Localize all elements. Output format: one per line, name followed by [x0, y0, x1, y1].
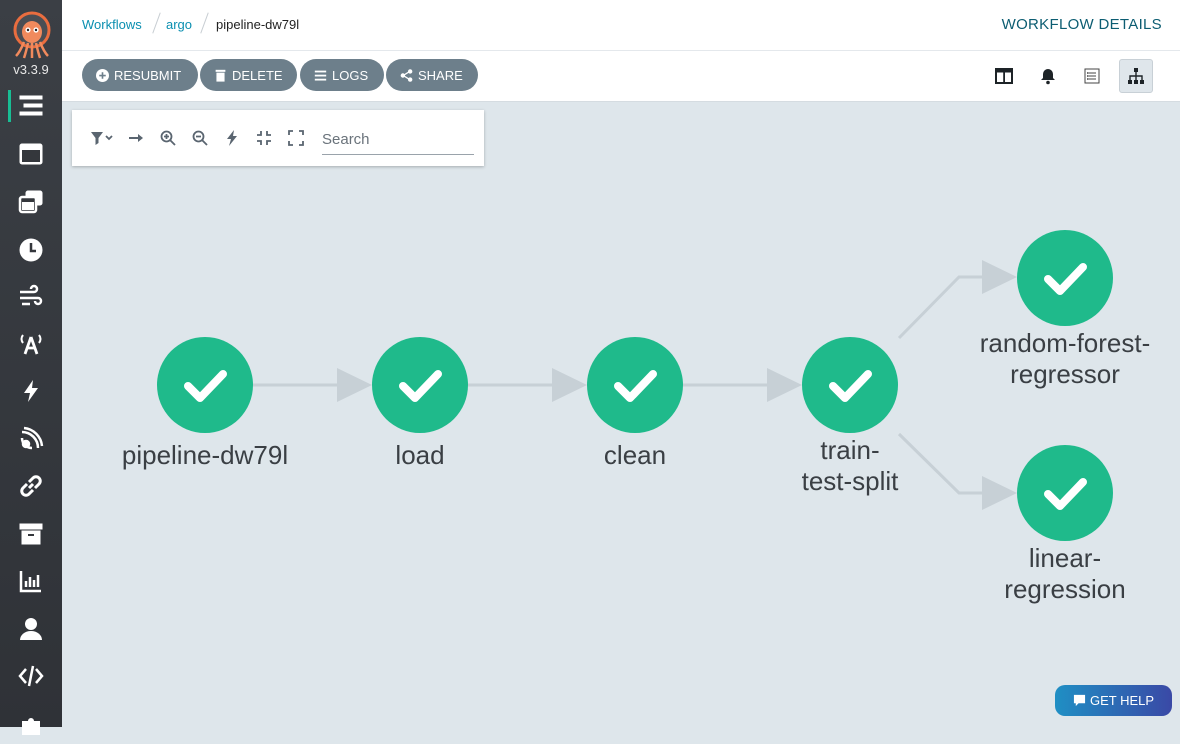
split-view-icon[interactable]: [987, 59, 1021, 93]
sidebar: v3.3.9: [0, 0, 62, 735]
nav-event-flow-icon[interactable]: [0, 277, 62, 317]
check-icon: [1044, 263, 1087, 295]
node-linear-regression[interactable]: [1017, 445, 1113, 541]
breadcrumb-separator: [152, 12, 161, 34]
node-train-test-split[interactable]: [802, 337, 898, 433]
fast-layout-icon[interactable]: [222, 128, 242, 148]
breadcrumb-separator: [200, 12, 209, 34]
nav-reports-icon[interactable]: [0, 561, 62, 601]
nav-archive-icon[interactable]: [0, 514, 62, 554]
node-label: clean: [603, 440, 667, 470]
edge-arrow: [982, 476, 1017, 510]
node-random-forest-regressor[interactable]: [1017, 230, 1113, 326]
expand-icon[interactable]: [286, 128, 306, 148]
check-icon: [184, 370, 227, 402]
nav-conditions-icon[interactable]: [0, 419, 62, 459]
nav-sensors-icon[interactable]: [0, 371, 62, 411]
node-pipeline[interactable]: [157, 337, 253, 433]
filter-icon[interactable]: [88, 128, 118, 148]
graph-search-input[interactable]: [322, 124, 474, 155]
edge-arrow: [552, 368, 587, 402]
nav-plugins-icon[interactable]: [0, 704, 62, 744]
resubmit-button[interactable]: RESUBMIT: [82, 59, 198, 91]
share-button[interactable]: SHARE: [386, 59, 478, 91]
zoom-out-icon[interactable]: [190, 128, 210, 148]
nav-workflow-templates-icon[interactable]: [0, 134, 62, 174]
breadcrumb-current: pipeline-dw79l: [216, 17, 300, 32]
edge-arrow: [337, 368, 372, 402]
graph-control-panel: [72, 110, 484, 166]
nav-workflows-icon[interactable]: [0, 86, 62, 126]
check-icon: [614, 370, 657, 402]
breadcrumb-workflows[interactable]: Workflows: [82, 17, 142, 32]
version-label: v3.3.9: [13, 62, 49, 77]
node-load[interactable]: [372, 337, 468, 433]
logs-button[interactable]: LOGS: [300, 59, 384, 91]
argo-logo[interactable]: [10, 10, 54, 62]
share-icon: [400, 68, 413, 82]
nav-api-docs-icon[interactable]: [0, 656, 62, 696]
nav-api-docs-link-icon[interactable]: [0, 466, 62, 506]
nav-cron-workflows-icon[interactable]: [0, 230, 62, 270]
node-label: linear- regression: [1004, 543, 1126, 604]
action-toolbar: RESUBMIT DELETE LOGS SHARE: [62, 51, 1180, 102]
top-header: Workflows argo pipeline-dw79l WORKFLOW D…: [62, 0, 1180, 51]
collapse-icon[interactable]: [254, 128, 274, 148]
zoom-in-icon[interactable]: [158, 128, 178, 148]
delete-button[interactable]: DELETE: [200, 59, 297, 91]
get-help-button[interactable]: GET HELP: [1055, 685, 1172, 716]
direction-arrow-icon[interactable]: [126, 128, 146, 148]
node-label: load: [395, 440, 445, 470]
trash-icon: [215, 69, 226, 82]
plus-circle-icon: [96, 68, 109, 82]
page-title: WORKFLOW DETAILS: [1001, 16, 1162, 33]
timeline-list-icon[interactable]: [1075, 59, 1109, 93]
comment-icon: [1073, 694, 1086, 707]
edge-arrow: [982, 260, 1017, 294]
node-clean[interactable]: [587, 337, 683, 433]
nav-cluster-templates-icon[interactable]: [0, 182, 62, 222]
breadcrumb-namespace[interactable]: argo: [166, 17, 192, 32]
node-label: train- test-split: [801, 435, 899, 496]
nav-user-icon[interactable]: [0, 609, 62, 649]
edge-arrow: [767, 368, 802, 402]
check-icon: [399, 370, 442, 402]
node-label: pipeline-dw79l: [121, 440, 289, 470]
bell-icon[interactable]: [1031, 59, 1065, 93]
graph-view-icon[interactable]: [1119, 59, 1153, 93]
bars-icon: [314, 70, 327, 81]
nav-event-sources-icon[interactable]: [0, 324, 62, 364]
node-label: random-forest- regressor: [979, 328, 1151, 389]
check-icon: [1044, 478, 1087, 510]
check-icon: [829, 370, 872, 402]
